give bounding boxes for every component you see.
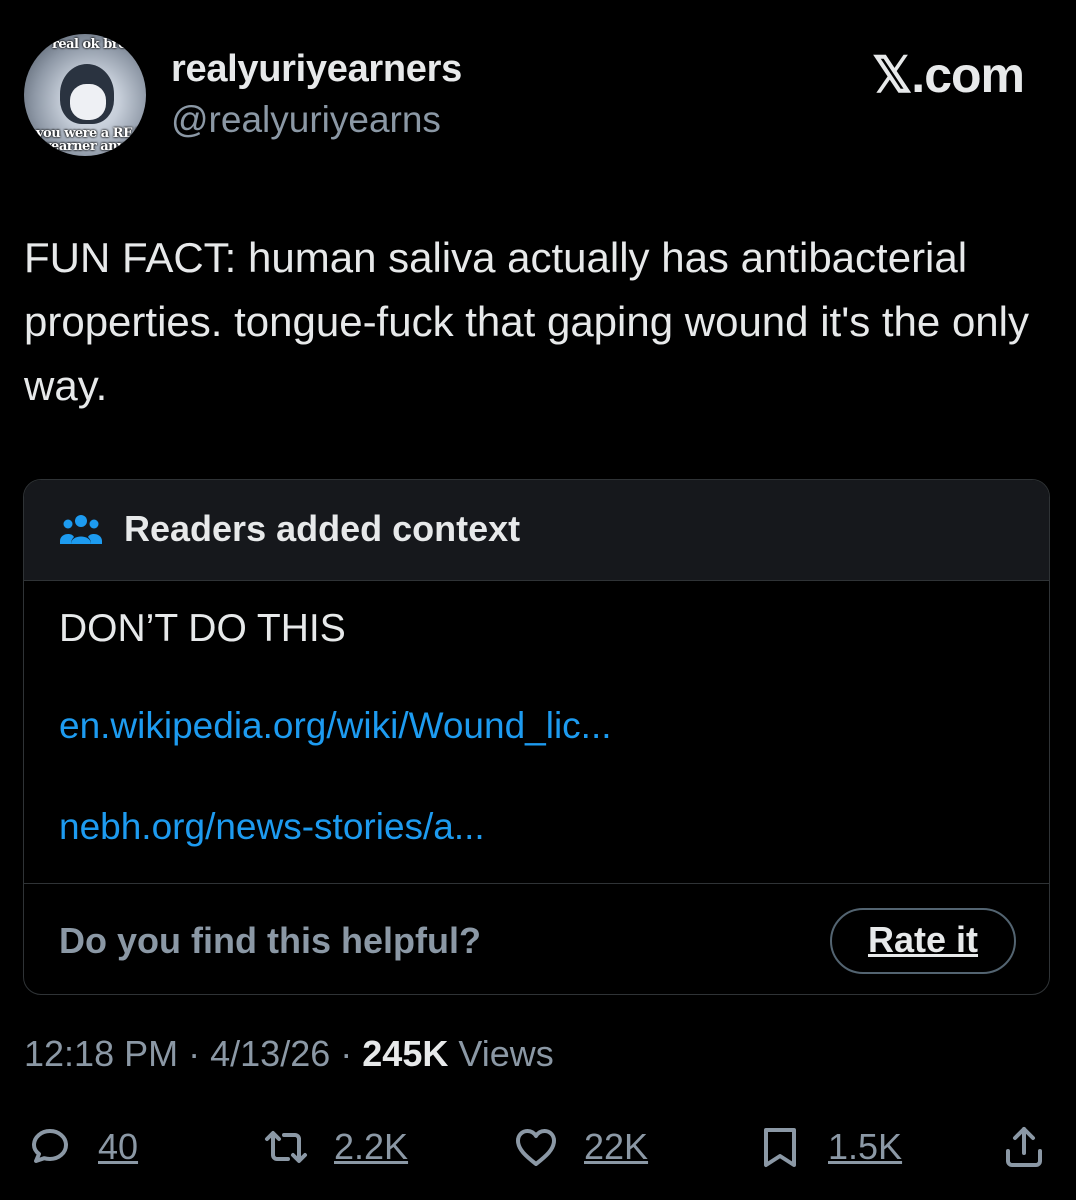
source-link-nebh[interactable]: nebh.org/news-stories/a... [59, 806, 485, 848]
bookmark-count[interactable]: 1.5K [828, 1126, 902, 1168]
reply-icon [32, 1129, 68, 1163]
community-note-title: Readers added context [124, 508, 521, 549]
post-text: FUN FACT: human saliva actually has anti… [24, 234, 1029, 409]
community-note: Readers added context DON’T DO THIS en.w… [23, 479, 1050, 995]
repost-button[interactable]: 2.2K [262, 1117, 408, 1177]
site-logo: 𝕏.com [872, 47, 1025, 103]
people-icon [60, 515, 102, 544]
author-handle[interactable]: @realyuriyearns [171, 99, 441, 141]
reply-count[interactable]: 40 [98, 1126, 138, 1168]
avatar-face [70, 84, 106, 120]
reply-button[interactable]: 40 [26, 1117, 138, 1177]
author-name[interactable]: realyuriyearners [171, 48, 462, 91]
avatar-caption-top: real ok bro [52, 37, 127, 52]
bookmark-button[interactable]: 1.5K [756, 1117, 902, 1177]
repost-count[interactable]: 2.2K [334, 1126, 408, 1168]
community-note-body: DON’T DO THIS en.wikipedia.org/wiki/Woun… [24, 581, 1049, 884]
share-button[interactable] [1000, 1117, 1048, 1177]
bookmark-icon [764, 1128, 796, 1167]
post-meta: 12:18 PM · 4/13/26 · 245K Views [24, 1033, 554, 1075]
helpful-prompt: Do you find this helpful? [59, 920, 481, 961]
views-label: Views [458, 1033, 554, 1074]
meta-separator: · [188, 1033, 201, 1074]
source-link-wikipedia[interactable]: en.wikipedia.org/wiki/Wound_lic... [59, 705, 612, 747]
share-icon [1006, 1127, 1042, 1167]
like-button[interactable]: 22K [512, 1117, 648, 1177]
heart-icon [516, 1129, 556, 1166]
repost-icon [265, 1131, 307, 1163]
action-bar: 40 2.2K 22K 1.5K [0, 1117, 1076, 1177]
post-date[interactable]: 4/13/26 [210, 1033, 330, 1074]
community-note-text: DON’T DO THIS [59, 607, 346, 650]
avatar[interactable]: real ok bro you were a REAL yuri yearner… [24, 34, 146, 156]
community-note-header: Readers added context [24, 480, 1049, 581]
avatar-caption-bot: yearner anyway [44, 139, 146, 154]
post-time[interactable]: 12:18 PM [24, 1033, 178, 1074]
community-note-footer: Do you find this helpful? Rate it [24, 884, 1049, 994]
views-count: 245K [362, 1033, 449, 1074]
meta-separator: · [340, 1033, 353, 1074]
like-count[interactable]: 22K [584, 1126, 648, 1168]
rate-it-button[interactable]: Rate it [830, 908, 1016, 974]
